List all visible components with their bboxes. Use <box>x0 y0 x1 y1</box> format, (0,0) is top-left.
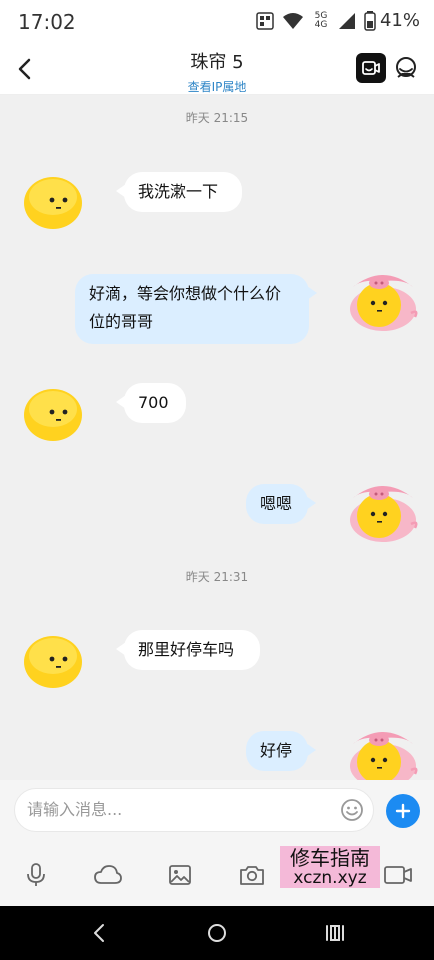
message-text: 700 <box>138 393 169 412</box>
my-avatar[interactable] <box>345 722 421 780</box>
nav-back-button[interactable] <box>86 920 112 946</box>
signal-icon <box>338 12 355 29</box>
status-icons: 5G 4G 41% <box>256 10 420 31</box>
system-navigation-bar <box>0 906 434 960</box>
profile-icon <box>396 57 416 78</box>
battery-percent: 41% <box>379 10 420 31</box>
watermark: 修车指南 xczn.xyz <box>280 846 380 888</box>
microphone-icon <box>27 863 45 886</box>
message-text: 好停 <box>260 741 293 760</box>
status-bar: 17:02 5G 4G 41% <box>0 0 434 44</box>
chat-header: 珠帘 5 查看IP属地 <box>0 44 434 95</box>
contact-avatar[interactable] <box>22 628 84 690</box>
time-divider: 昨天 21:15 <box>185 111 249 125</box>
wifi-icon <box>282 12 303 29</box>
voice-button[interactable] <box>21 860 51 890</box>
gif-button[interactable] <box>383 860 413 890</box>
message-input[interactable]: 请输入消息... <box>14 788 374 832</box>
sim-card-icon <box>256 11 274 30</box>
video-call-button[interactable] <box>356 53 386 83</box>
photo-button[interactable] <box>165 860 195 890</box>
nav-recents-button[interactable] <box>322 920 348 946</box>
watermark-title: 修车指南 <box>290 846 370 870</box>
contact-avatar[interactable] <box>22 381 84 443</box>
watermark-url: xczn.xyz <box>293 868 367 888</box>
my-avatar[interactable] <box>345 265 421 333</box>
message-text: 我洗漱一下 <box>138 182 219 201</box>
time-divider: 昨天 21:31 <box>185 570 249 584</box>
plus-icon <box>395 803 411 819</box>
camera-icon <box>240 866 264 885</box>
message-bubble-outgoing[interactable]: 好停 <box>246 731 316 771</box>
nav-recents-icon <box>326 925 344 941</box>
profile-button[interactable] <box>392 53 420 83</box>
camera-button[interactable] <box>237 860 267 890</box>
composer-bar: 请输入消息... <box>0 780 434 840</box>
more-actions-button[interactable] <box>386 794 420 828</box>
image-icon <box>169 865 191 885</box>
message-bubble-outgoing[interactable]: 嗯嗯 <box>246 484 316 524</box>
battery-icon <box>364 10 376 31</box>
message-bubble-incoming[interactable]: 我洗漱一下 <box>116 172 242 212</box>
message-bubble-incoming[interactable]: 那里好停车吗 <box>116 630 260 670</box>
contact-avatar[interactable] <box>22 169 84 231</box>
emoji-icon[interactable] <box>340 798 364 822</box>
message-bubble-outgoing[interactable]: 好滴，等会你想做个什么价位的哥哥 <box>75 274 317 344</box>
nav-home-icon <box>208 924 226 942</box>
cloud-icon <box>94 865 122 884</box>
my-avatar[interactable] <box>345 476 421 544</box>
nav-back-icon <box>94 924 104 942</box>
message-text: 嗯嗯 <box>260 494 293 513</box>
battery: 41% <box>364 10 420 31</box>
message-bubble-incoming[interactable]: 700 <box>116 383 186 423</box>
nav-home-button[interactable] <box>204 920 230 946</box>
network-type-badge: 5G 4G <box>314 10 328 30</box>
message-text: 那里好停车吗 <box>138 640 235 659</box>
message-list[interactable]: 昨天 21:15 我洗漱一下 好滴，等会你想做个什么价位的哥哥 700 嗯嗯 昨… <box>0 95 434 780</box>
cloud-button[interactable] <box>93 860 123 890</box>
video-call-icon <box>362 61 380 75</box>
message-text: 好滴，等会你想做个什么价位的哥哥 <box>89 284 282 331</box>
gif-icon <box>384 866 412 884</box>
status-time: 17:02 <box>18 10 76 34</box>
